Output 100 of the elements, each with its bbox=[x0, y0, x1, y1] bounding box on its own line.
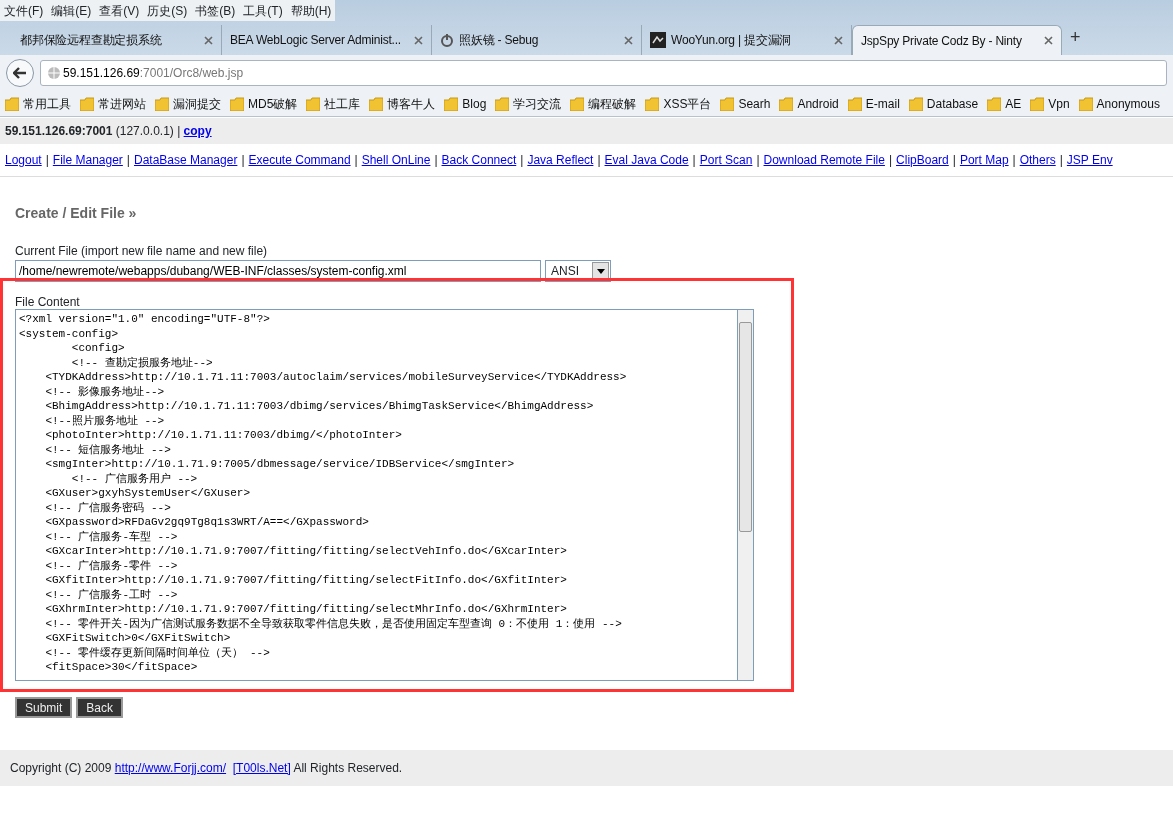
dropdown-arrow-icon bbox=[596, 268, 605, 274]
menu-item[interactable]: 历史(S) bbox=[143, 0, 192, 21]
link-separator: | bbox=[952, 153, 956, 167]
bookmark-folder[interactable]: Database bbox=[908, 94, 979, 113]
folder-icon bbox=[5, 96, 19, 111]
folder-icon bbox=[779, 96, 794, 111]
tab-label: JspSpy Private Codz By - Ninty bbox=[861, 32, 1023, 50]
bookmark-label: AE bbox=[1005, 95, 1022, 113]
folder-icon bbox=[720, 96, 735, 111]
nav-link[interactable]: Execute Command bbox=[248, 153, 351, 167]
bookmark-folder[interactable]: 常进网站 bbox=[80, 94, 146, 113]
folder-icon bbox=[80, 96, 94, 111]
nav-link[interactable]: Others bbox=[1019, 153, 1056, 167]
bookmark-folder[interactable]: Android bbox=[779, 94, 839, 113]
nav-link[interactable]: Download Remote File bbox=[763, 153, 885, 167]
copy-link[interactable]: copy bbox=[183, 122, 212, 140]
form-button[interactable]: Back bbox=[76, 697, 124, 718]
form-button[interactable]: Submit bbox=[15, 697, 73, 718]
folder-icon bbox=[847, 96, 862, 111]
close-icon bbox=[204, 35, 213, 45]
link-separator: | bbox=[1059, 153, 1063, 167]
nav-link[interactable]: Shell OnLine bbox=[361, 153, 431, 167]
nav-link[interactable]: File Manager bbox=[52, 153, 123, 167]
bookmark-folder[interactable]: Blog bbox=[444, 94, 487, 113]
bookmark-folder[interactable]: Vpn bbox=[1030, 94, 1070, 113]
browser-tab[interactable]: JspSpy Private Codz By - Ninty bbox=[852, 25, 1062, 55]
nav-link[interactable]: Eval Java Code bbox=[604, 153, 689, 167]
bookmark-label: XSS平台 bbox=[663, 95, 712, 113]
bookmark-label: 社工库 bbox=[324, 95, 361, 113]
link-separator: | bbox=[434, 153, 438, 167]
nav-link[interactable]: Port Scan bbox=[699, 153, 753, 167]
url-text: 59.151.126.69:7001/Orc8/web.jsp bbox=[63, 65, 244, 82]
new-tab-button[interactable]: + bbox=[1062, 24, 1089, 55]
tab-label: BEA WebLogic Server Administ... bbox=[230, 32, 402, 49]
folder-icon bbox=[1078, 96, 1093, 111]
folder-icon bbox=[306, 96, 321, 111]
bookmark-folder[interactable]: Anonymous bbox=[1078, 94, 1160, 113]
back-arrow-icon bbox=[13, 67, 27, 79]
bookmark-label: MD5破解 bbox=[248, 95, 298, 113]
nav-link[interactable]: JSP Env bbox=[1066, 153, 1113, 167]
bookmark-label: E-mail bbox=[865, 95, 900, 113]
folder-icon bbox=[495, 96, 510, 111]
bookmark-folder[interactable]: 学习交流 bbox=[495, 94, 562, 113]
globe-icon bbox=[47, 66, 61, 80]
bookmark-folder[interactable]: 博客牛人 bbox=[369, 94, 436, 113]
folder-icon bbox=[230, 96, 244, 111]
tab-label: 照妖镜 - Sebug bbox=[459, 32, 540, 49]
bookmark-folder[interactable]: 常用工具 bbox=[5, 94, 71, 113]
nav-link[interactable]: Java Reflect bbox=[527, 153, 594, 167]
folder-icon bbox=[987, 96, 1002, 111]
nav-link[interactable]: Back Connect bbox=[441, 153, 517, 167]
bookmark-folder[interactable]: MD5破解 bbox=[230, 94, 298, 113]
menu-item[interactable]: 文件(F) bbox=[0, 0, 48, 21]
copyright-text: Copyright (C) 2009 bbox=[10, 760, 113, 777]
menu-item[interactable]: 工具(T) bbox=[239, 0, 287, 21]
link-separator: | bbox=[520, 153, 524, 167]
menu-item[interactable]: 查看(V) bbox=[95, 0, 144, 21]
bookmark-label: 常用工具 bbox=[23, 95, 71, 113]
file-content-field[interactable]: <?xml version="1.0" encoding="UTF-8"?> <system-config> <config> <!-- 查勘定损服务地址--> <TYDKAddress>http://10.1.71.11:7003/autoclaim/services/mobileSurveyService</TYDKAddress> <!-- 影像服务地址--> <BhimgAddress>http://10.1.71.11:7003/dbimg/services/BhimgTaskService</BhimgAddress> <!--照片服务地址 --> <photoInter>http://10.1.71.11:7003/dbimg/</photoInter> <!-- 短信服务地址 --> <smgInter>http://10.1.71.9:7005/dbmessage/service/IDBService</smgInter> <!-- 广信服务用户 --> <GXuser>gxyhSystemUser</GXuser> <!-- 广信服务密码 --> <GXpassword>RFDaGv2gq9Tg8q1s3WRT/A==</GXpassword> <!-- 广信服务-车型 --> <GXcarInter>http://10.1.71.9:7007/fitting/fitting/selectVehInfo.do</GXcarInter> <!-- 广信服务-零件 --> <GXfitInter>http://10.1.71.9:7007/fitting/fitting/selectFitInfo.do</GXfitInter> <!-- 广信服务-工时 --> <GXhrmInter>http://10.1.71.9:7007/fitting/fitting/selectMhrInfo.do</GXhrmInter> <!-- 零件开关-因为广信测试服务数据不全导致获取零件信息失败，是否使用固定车型查询 0：不使用 1：使用 --> <GXFitSwitch>0</GXFitSwitch> <!-- 零件缓存更新间隔时间单位（天） --> <fitSpace>30</fitSpace> bbox=[15, 309, 738, 681]
bookmark-folder[interactable]: AE bbox=[987, 94, 1022, 113]
bookmark-label: 编程破解 bbox=[588, 95, 637, 113]
bookmark-label: 常进网站 bbox=[98, 95, 146, 113]
nav-link[interactable]: ClipBoard bbox=[896, 153, 949, 167]
bookmark-folder[interactable]: 社工库 bbox=[306, 94, 361, 113]
menu-item[interactable]: 帮助(H) bbox=[286, 0, 336, 21]
bookmark-folder[interactable]: E-mail bbox=[847, 94, 900, 113]
link-separator: | bbox=[756, 153, 760, 167]
back-button[interactable] bbox=[6, 59, 34, 87]
bookmark-label: 漏洞提交 bbox=[173, 95, 221, 113]
server-host: 59.151.126.69:7001 bbox=[5, 123, 113, 140]
nav-link[interactable]: DataBase Manager bbox=[134, 153, 238, 167]
folder-icon bbox=[1030, 96, 1045, 111]
close-icon bbox=[414, 35, 423, 45]
server-ip: (127.0.0.1) | bbox=[114, 123, 182, 140]
link-separator: | bbox=[692, 153, 696, 167]
link-separator: | bbox=[888, 153, 893, 167]
tab-label: 都邦保险远程查勘定损系统 bbox=[20, 32, 163, 49]
rights-text: All Rights Reserved. bbox=[292, 760, 403, 777]
bookmark-folder[interactable]: 编程破解 bbox=[570, 94, 637, 113]
menu-item[interactable]: 编辑(E) bbox=[47, 0, 96, 21]
bookmark-folder[interactable]: XSS平台 bbox=[645, 94, 712, 113]
link-separator: | bbox=[597, 153, 601, 167]
address-field[interactable]: 59.151.126.69:7001/Orc8/web.jsp bbox=[40, 60, 1167, 86]
bookmark-folder[interactable]: 漏洞提交 bbox=[155, 94, 221, 113]
bookmark-label: Vpn bbox=[1048, 95, 1070, 113]
scrollbar-thumb[interactable] bbox=[739, 322, 752, 532]
footer-link[interactable]: [T00ls.Net] bbox=[232, 759, 291, 777]
nav-link[interactable]: Port Map bbox=[959, 153, 1009, 167]
bookmark-label: Anonymous bbox=[1096, 95, 1160, 113]
nav-link[interactable]: Logout bbox=[5, 153, 42, 167]
menu-item[interactable]: 书签(B) bbox=[191, 0, 240, 21]
bookmark-folder[interactable]: Searh bbox=[720, 94, 771, 113]
folder-icon bbox=[444, 96, 459, 111]
folder-icon bbox=[908, 96, 923, 111]
bookmark-label: Blog bbox=[462, 95, 487, 113]
footer-link[interactable]: http://www.Forjj.com/ bbox=[114, 759, 227, 777]
folder-icon bbox=[155, 96, 169, 111]
folder-icon bbox=[570, 96, 585, 111]
site-icon bbox=[650, 32, 666, 48]
bookmark-label: Database bbox=[926, 95, 979, 113]
